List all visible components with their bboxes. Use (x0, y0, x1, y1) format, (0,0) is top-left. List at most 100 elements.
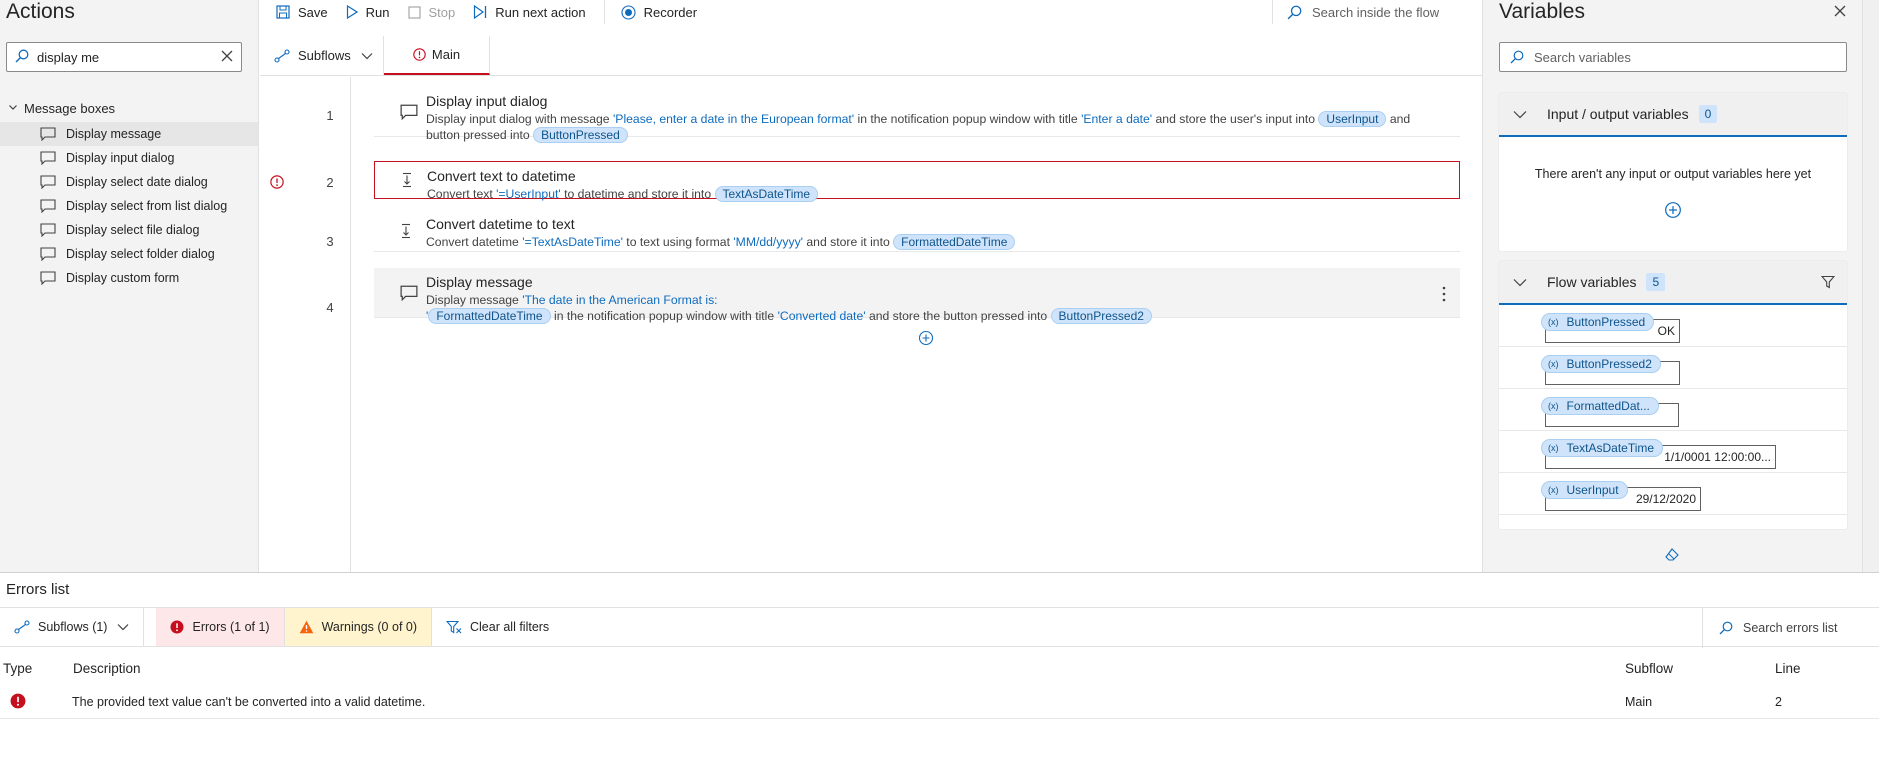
io-variables-header[interactable]: Input / output variables 0 (1499, 93, 1847, 137)
flow-variable-row[interactable]: (x) ButtonPressed2 (1499, 347, 1847, 389)
error-outline-icon (413, 48, 426, 61)
errors-search-input[interactable]: Search errors list (1702, 608, 1879, 648)
error-subflow: Main (1625, 695, 1653, 709)
line-number: 3 (326, 234, 334, 249)
clear-search-icon[interactable] (221, 50, 233, 65)
variable-name: UserInput (1566, 483, 1619, 497)
variable-type-icon: (x) (1548, 443, 1559, 453)
variable-chip[interactable]: (x) TextAsDateTime (1541, 439, 1664, 457)
variable-chip[interactable]: (x) ButtonPressed (1541, 313, 1655, 331)
variable-chip[interactable]: ButtonPressed (533, 127, 628, 143)
action-item-display-input-dialog[interactable]: Display input dialog (0, 146, 258, 170)
variable-chip[interactable]: (x) FormattedDat... (1541, 397, 1659, 415)
action-item-display-message[interactable]: Display message (0, 122, 258, 146)
flow-search-input[interactable]: Search inside the flow (1272, 0, 1482, 24)
variables-title: Variables (1499, 0, 1585, 23)
message-icon (40, 271, 58, 285)
toolbar-divider (603, 0, 605, 24)
warning-icon (299, 620, 314, 634)
action-item-display-select-from-list-dialog[interactable]: Display select from list dialog (0, 194, 258, 218)
column-header-line[interactable]: Line (1775, 661, 1801, 676)
chevron-down-icon (361, 52, 373, 60)
warnings-filter-label: Warnings (0 of 0) (321, 620, 417, 634)
variable-chip[interactable]: FormattedDateTime (428, 308, 551, 324)
subflows-dropdown[interactable]: Subflows (260, 36, 384, 75)
action-item-display-select-folder-dialog[interactable]: Display select folder dialog (0, 242, 258, 266)
tree-group-message-boxes[interactable]: Message boxes (8, 101, 115, 116)
subflows-label: Subflows (298, 48, 351, 63)
desc-text: to datetime and store it into (560, 187, 715, 201)
save-label: Save (298, 4, 328, 20)
step-title: Convert datetime to text (426, 216, 575, 232)
variable-chip[interactable]: ButtonPressed2 (1050, 308, 1152, 324)
desc-text: and store the button pressed into (865, 309, 1051, 323)
warnings-filter[interactable]: Warnings (0 of 0) (284, 608, 432, 646)
line-number: 4 (326, 300, 334, 315)
flow-variables-header[interactable]: Flow variables 5 (1499, 261, 1847, 305)
column-header-type[interactable]: Type (3, 661, 32, 676)
recorder-button[interactable]: Recorder (621, 0, 697, 24)
line-number: 2 (326, 175, 334, 190)
add-action-icon[interactable] (918, 330, 934, 349)
desc-literal: 'Please, enter a date in the European fo… (612, 112, 855, 126)
flow-variables-section: Flow variables 5 OK (x) ButtonPressed (x)… (1499, 261, 1847, 529)
flow-canvas: Display input dialog Display input dialo… (352, 77, 1482, 572)
variable-chip[interactable]: (x) UserInput (1541, 481, 1628, 499)
eraser-icon[interactable] (1665, 548, 1679, 565)
run-label: Run (365, 4, 390, 20)
action-item-label: Display message (66, 127, 162, 141)
variable-chip[interactable]: (x) ButtonPressed2 (1541, 355, 1661, 373)
tab-main[interactable]: Main (384, 36, 490, 75)
flow-variable-row[interactable]: 1/1/0001 12:00:00... (x) TextAsDateTime (1499, 431, 1847, 473)
action-item-label: Display select date dialog (66, 175, 208, 189)
actions-search-input[interactable]: display me (6, 42, 242, 72)
action-item-display-select-date-dialog[interactable]: Display select date dialog (0, 170, 258, 194)
error-marker-icon[interactable] (270, 175, 284, 192)
flow-variable-row[interactable]: (x) FormattedDat... (1499, 389, 1847, 431)
more-options-icon[interactable] (1442, 286, 1446, 307)
column-header-description[interactable]: Description (73, 661, 141, 676)
variables-pane: Variables Search variables Input / outpu… (1482, 0, 1862, 572)
actions-title: Actions (6, 0, 75, 23)
variable-chip[interactable]: FormattedDateTime (893, 234, 1016, 250)
stop-icon (407, 5, 421, 19)
subflows-filter[interactable]: Subflows (1) (0, 608, 145, 646)
subflow-tabs: Subflows Main (260, 36, 1482, 76)
io-variables-count: 0 (1698, 105, 1718, 123)
variable-name: FormattedDat... (1566, 399, 1650, 413)
action-item-display-select-file-dialog[interactable]: Display select file dialog (0, 218, 258, 242)
flow-step-display-input-dialog[interactable]: Display input dialog Display input dialo… (374, 87, 1460, 143)
save-button[interactable]: Save (276, 0, 328, 24)
message-icon (40, 127, 58, 141)
close-icon[interactable] (1833, 4, 1847, 21)
flow-step-convert-datetime-to-text[interactable]: Convert datetime to text Convert datetim… (374, 210, 1460, 252)
stop-label: Stop (428, 4, 456, 20)
right-scrollbar[interactable] (1862, 0, 1879, 572)
step-title: Display message (426, 274, 533, 290)
filter-icon[interactable] (1820, 275, 1836, 292)
play-icon (346, 5, 358, 19)
search-icon (1287, 5, 1302, 20)
flow-variable-row[interactable]: 29/12/2020 (x) UserInput (1499, 473, 1847, 515)
run-next-action-button[interactable]: Run next action (473, 0, 586, 24)
action-item-display-custom-form[interactable]: Display custom form (0, 266, 258, 290)
errors-filter[interactable]: Errors (1 of 1) (156, 608, 285, 646)
variable-chip[interactable]: TextAsDateTime (714, 186, 819, 202)
variable-chip[interactable]: UserInput (1318, 111, 1387, 127)
flow-variable-row[interactable]: OK (x) ButtonPressed (1499, 305, 1847, 347)
error-row[interactable]: The provided text value can't be convert… (0, 685, 1879, 719)
variables-search-input[interactable]: Search variables (1499, 42, 1847, 72)
stop-button[interactable]: Stop (407, 0, 456, 24)
add-variable-icon[interactable] (1664, 201, 1682, 222)
flow-step-convert-text-to-datetime[interactable]: Convert text to datetime Convert text '=… (374, 161, 1460, 202)
step-description: Display message 'The date in the America… (426, 292, 1426, 324)
run-button[interactable]: Run (346, 0, 390, 24)
chevron-down-icon (8, 102, 18, 115)
variable-name: ButtonPressed2 (1566, 357, 1652, 371)
flow-step-display-message[interactable]: Display message Display message 'The dat… (374, 268, 1460, 324)
clear-filters-button[interactable]: Clear all filters (432, 608, 563, 646)
action-item-label: Display select file dialog (66, 223, 200, 237)
column-header-subflow[interactable]: Subflow (1625, 661, 1673, 676)
errors-title: Errors list (6, 581, 70, 598)
actions-search-value: display me (37, 49, 100, 65)
